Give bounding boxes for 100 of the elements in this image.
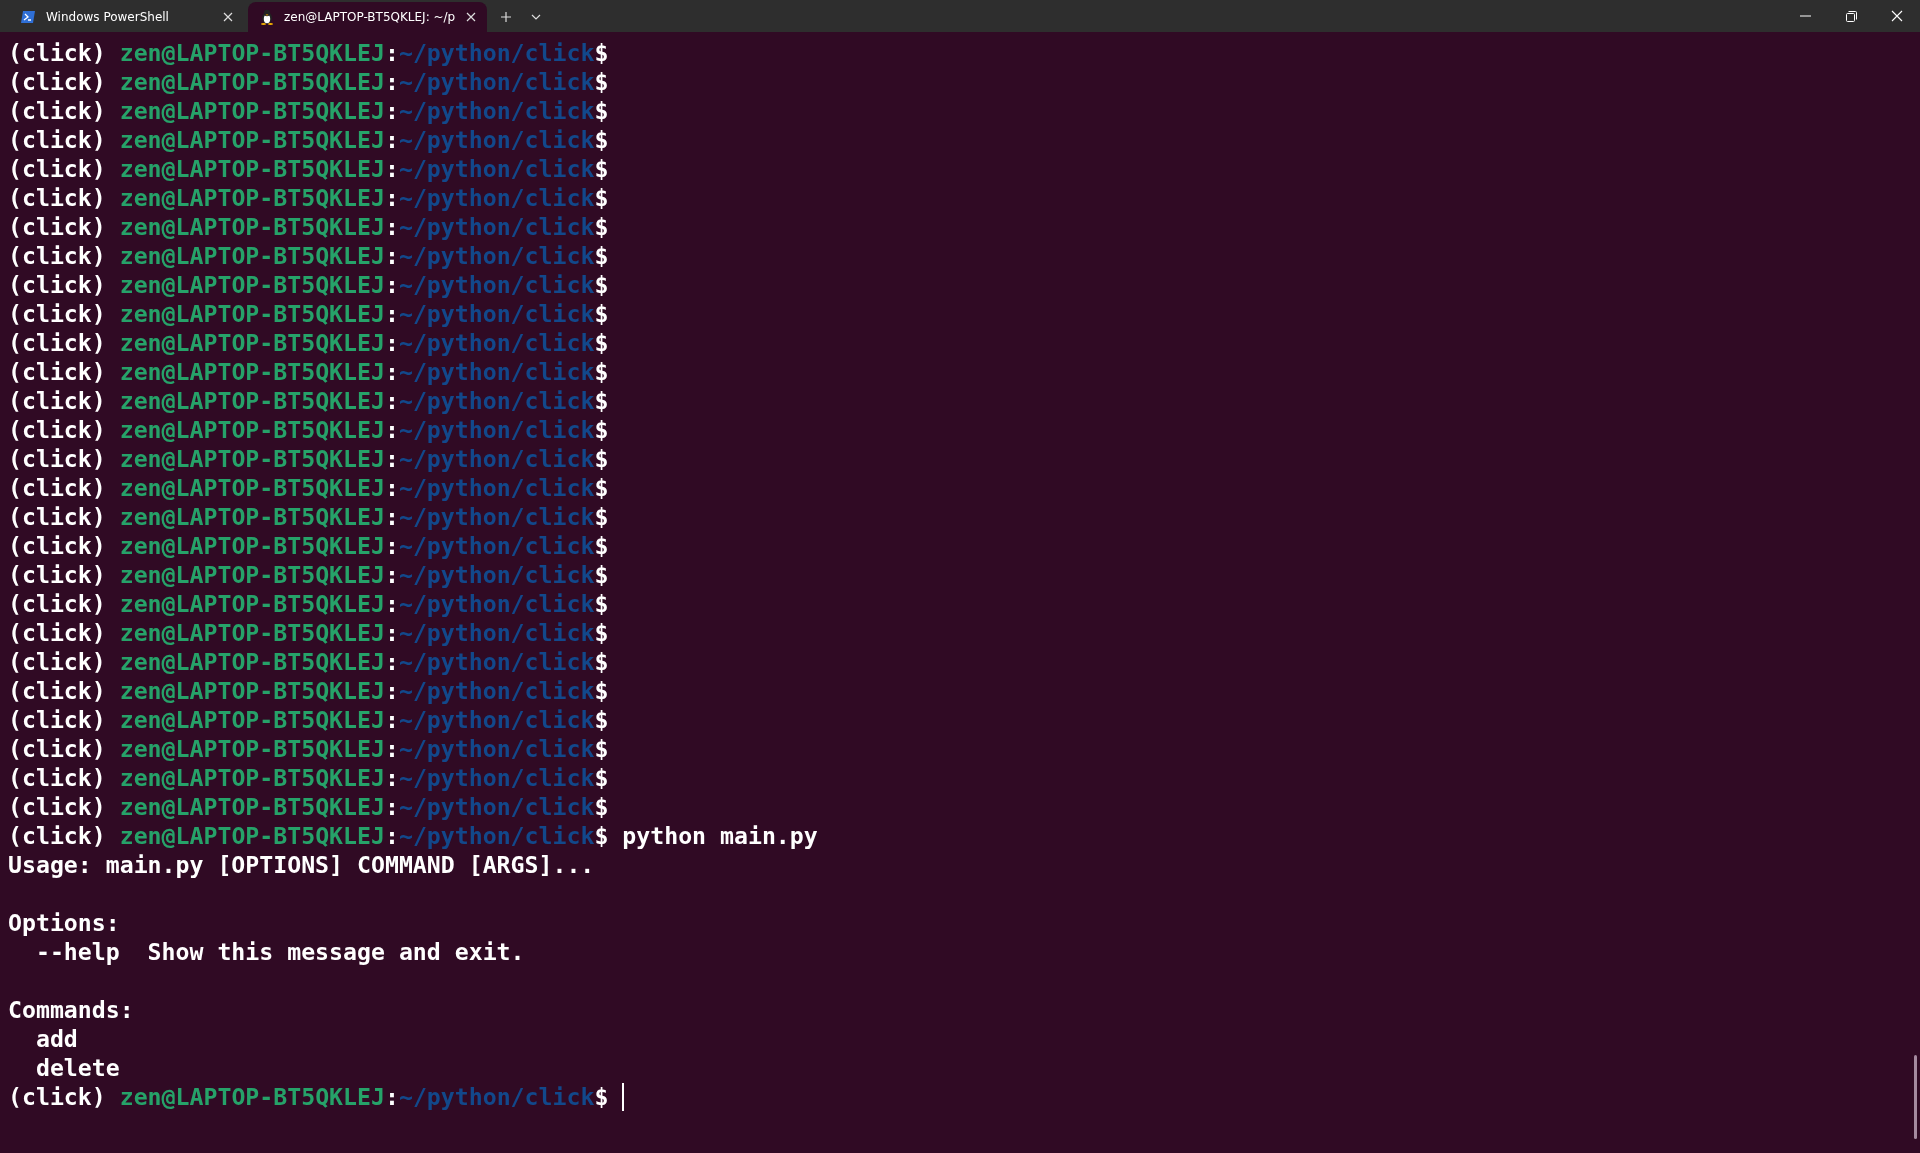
prompt-user-host: zen@LAPTOP-BT5QKLEJ — [119, 241, 385, 270]
prompt-symbol: $ — [594, 734, 609, 763]
prompt-env: (click) — [8, 705, 106, 734]
prompt-env: (click) — [8, 763, 106, 792]
prompt-separator: : — [384, 357, 399, 386]
prompt-path: ~/python/click — [398, 357, 595, 386]
prompt-symbol: $ — [594, 792, 609, 821]
prompt-env: (click) — [8, 531, 106, 560]
prompt-separator: : — [384, 328, 399, 357]
prompt-path: ~/python/click — [398, 647, 595, 676]
prompt-user-host: zen@LAPTOP-BT5QKLEJ — [119, 821, 385, 850]
prompt-symbol: $ — [594, 560, 609, 589]
prompt-path: ~/python/click — [398, 734, 595, 763]
output-text: Usage: main.py [OPTIONS] COMMAND [ARGS]... — [8, 850, 595, 879]
tab[interactable]: Windows PowerShell — [8, 2, 244, 32]
prompt-separator: : — [384, 676, 399, 705]
prompt-user-host: zen@LAPTOP-BT5QKLEJ — [119, 357, 385, 386]
prompt-user-host: zen@LAPTOP-BT5QKLEJ — [119, 589, 385, 618]
prompt-separator: : — [384, 96, 399, 125]
prompt-separator: : — [384, 386, 399, 415]
prompt-symbol: $ — [594, 647, 609, 676]
prompt-separator: : — [384, 270, 399, 299]
prompt-symbol: $ — [594, 328, 609, 357]
prompt-symbol: $ — [594, 473, 609, 502]
prompt-path: ~/python/click — [398, 299, 595, 328]
prompt-user-host: zen@LAPTOP-BT5QKLEJ — [119, 705, 385, 734]
prompt-env: (click) — [8, 125, 106, 154]
prompt-path: ~/python/click — [398, 763, 595, 792]
prompt-symbol: $ — [594, 299, 609, 328]
prompt-path: ~/python/click — [398, 618, 595, 647]
prompt-path: ~/python/click — [398, 531, 595, 560]
prompt-user-host: zen@LAPTOP-BT5QKLEJ — [119, 560, 385, 589]
prompt-path: ~/python/click — [398, 270, 595, 299]
output-text: --help Show this message and exit. — [34, 937, 525, 966]
prompt-path: ~/python/click — [398, 415, 595, 444]
prompt-separator: : — [384, 763, 399, 792]
close-icon[interactable] — [465, 11, 478, 23]
prompt-symbol: $ — [594, 705, 609, 734]
prompt-path: ~/python/click — [398, 821, 595, 850]
prompt-env: (click) — [8, 792, 106, 821]
prompt-symbol: $ — [594, 270, 609, 299]
output-text: delete — [34, 1053, 120, 1082]
prompt-separator: : — [384, 618, 399, 647]
prompt-separator: : — [384, 444, 399, 473]
prompt-env: (click) — [8, 560, 106, 589]
prompt-env: (click) — [8, 502, 106, 531]
prompt-separator: : — [384, 473, 399, 502]
prompt-separator: : — [384, 821, 399, 850]
tab[interactable]: zen@LAPTOP-BT5QKLEJ: ~/p — [248, 2, 488, 32]
prompt-env: (click) — [8, 96, 106, 125]
prompt-env: (click) — [8, 386, 106, 415]
prompt-symbol: $ — [594, 183, 609, 212]
prompt-symbol: $ — [594, 386, 609, 415]
prompt-env: (click) — [8, 38, 106, 67]
prompt-separator: : — [384, 531, 399, 560]
prompt-user-host: zen@LAPTOP-BT5QKLEJ — [119, 270, 385, 299]
output-text: add — [34, 1024, 78, 1053]
prompt-path: ~/python/click — [398, 125, 595, 154]
penguin-icon — [260, 9, 274, 25]
prompt-separator: : — [384, 415, 399, 444]
prompt-separator: : — [384, 241, 399, 270]
prompt-env: (click) — [8, 212, 106, 241]
scrollbar-thumb[interactable] — [1914, 1055, 1917, 1139]
prompt-env: (click) — [8, 734, 106, 763]
prompt-symbol: $ — [594, 96, 609, 125]
prompt-separator: : — [384, 589, 399, 618]
prompt-path: ~/python/click — [398, 589, 595, 618]
prompt-separator: : — [384, 212, 399, 241]
prompt-user-host: zen@LAPTOP-BT5QKLEJ — [119, 473, 385, 502]
prompt-user-host: zen@LAPTOP-BT5QKLEJ — [119, 676, 385, 705]
prompt-separator: : — [384, 154, 399, 183]
prompt-separator: : — [384, 1082, 399, 1111]
prompt-env: (click) — [8, 415, 106, 444]
prompt-env: (click) — [8, 647, 106, 676]
prompt-separator: : — [384, 299, 399, 328]
prompt-env: (click) — [8, 67, 106, 96]
prompt-symbol: $ — [594, 67, 609, 96]
prompt-symbol: $ — [594, 763, 609, 792]
prompt-symbol: $ — [594, 444, 609, 473]
prompt-symbol: $ — [594, 415, 609, 444]
prompt-env: (click) — [8, 676, 106, 705]
prompt-symbol: $ — [594, 531, 609, 560]
prompt-path: ~/python/click — [398, 38, 595, 67]
prompt-path: ~/python/click — [398, 444, 595, 473]
prompt-symbol: $ — [594, 821, 609, 850]
prompt-env: (click) — [8, 589, 106, 618]
prompt-path: ~/python/click — [398, 96, 595, 125]
prompt-symbol: $ — [594, 676, 609, 705]
prompt-env: (click) — [8, 241, 106, 270]
prompt-symbol: $ — [594, 212, 609, 241]
prompt-path: ~/python/click — [398, 560, 595, 589]
prompt-separator: : — [384, 647, 399, 676]
prompt-env: (click) — [8, 357, 106, 386]
prompt-user-host: zen@LAPTOP-BT5QKLEJ — [119, 502, 385, 531]
prompt-symbol: $ — [594, 1082, 609, 1111]
prompt-user-host: zen@LAPTOP-BT5QKLEJ — [119, 96, 385, 125]
prompt-path: ~/python/click — [398, 473, 595, 502]
close-icon[interactable] — [222, 11, 234, 23]
prompt-user-host: zen@LAPTOP-BT5QKLEJ — [119, 763, 385, 792]
prompt-separator: : — [384, 734, 399, 763]
